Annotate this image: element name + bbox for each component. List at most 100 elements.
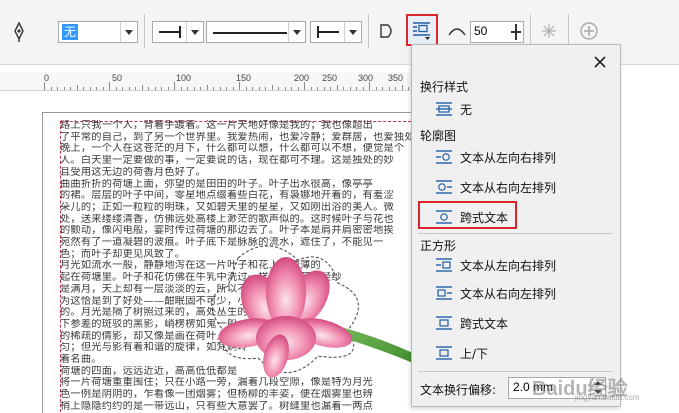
wrap-path-icon[interactable] bbox=[376, 19, 398, 43]
ruler-tick bbox=[200, 87, 201, 90]
chevron-down-icon[interactable] bbox=[186, 22, 203, 42]
fill-combo[interactable]: 无 bbox=[58, 21, 138, 43]
ruler-label: 300 bbox=[358, 73, 374, 83]
ruler-tick bbox=[297, 87, 299, 90]
ruler-tick bbox=[96, 87, 97, 90]
ruler-tick bbox=[226, 87, 227, 90]
text-line: 了平常的自己，到了另一个世界里。我爱热闹，也爱冷静；爱群居，也爱独处。像今 bbox=[60, 131, 412, 143]
ruler-tick bbox=[356, 87, 357, 90]
ruler-label: 200 bbox=[294, 73, 310, 83]
text-wrap-button[interactable] bbox=[406, 14, 438, 46]
ruler-tick bbox=[239, 82, 240, 90]
panel-divider bbox=[418, 233, 612, 234]
add-icon[interactable] bbox=[578, 19, 600, 43]
wrap-option-label: 文本从右向左排列 bbox=[460, 181, 557, 195]
pen-nib-icon[interactable] bbox=[8, 19, 30, 43]
arrow-end-combo[interactable] bbox=[310, 21, 362, 43]
wrap-option-label: 跨式文本 bbox=[460, 317, 509, 331]
wrap-option-label: 文本从右向左排列 bbox=[460, 287, 557, 301]
square-top-bottom[interactable]: 上/下 bbox=[432, 341, 612, 365]
wrap-offset-label: 文本换行偏移: bbox=[420, 383, 497, 397]
ruler-tick bbox=[57, 87, 58, 90]
wrap-option-label: 上/下 bbox=[460, 347, 489, 361]
toolbar-divider bbox=[144, 14, 145, 48]
square-left-to-right[interactable]: 文本从左向右排列 bbox=[432, 253, 612, 277]
section-heading-contour: 轮廓图 bbox=[420, 129, 457, 143]
text-line: 路上只我一个人，背着手踱着。这一片天地好像是我的；我也像超出 bbox=[60, 120, 374, 131]
horizontal-ruler[interactable]: 0 50 100 150 200 250 300 350 bbox=[0, 72, 420, 91]
ruler-tick bbox=[148, 87, 149, 90]
ruler-tick bbox=[167, 87, 169, 90]
ruler-tick bbox=[115, 87, 117, 90]
text-line: 处，送来缕缕清香，仿佛远处高楼上渺茫的歌声似的。这时候叶子与花也 bbox=[60, 213, 394, 225]
contour-right-to-left[interactable]: 文本从右向左排列 bbox=[432, 175, 612, 199]
ruler-tick bbox=[161, 87, 162, 90]
ruler-tick bbox=[265, 87, 266, 90]
chevron-down-icon[interactable] bbox=[288, 22, 305, 42]
ruler-tick bbox=[76, 85, 78, 90]
pattern-icon[interactable] bbox=[538, 19, 560, 43]
wrap-option-label: 无 bbox=[460, 103, 473, 117]
ruler-tick bbox=[44, 82, 45, 90]
ruler-label: 250 bbox=[322, 73, 338, 83]
ruler-tick bbox=[141, 85, 143, 90]
square-rtl-icon bbox=[436, 286, 452, 300]
ruler-tick bbox=[336, 85, 338, 90]
ruler-tick bbox=[232, 87, 234, 90]
wrap-option-label: 文本从左向右排列 bbox=[460, 259, 557, 273]
section-heading-wrap-style: 换行样式 bbox=[420, 80, 469, 94]
text-line: 晚上，一个人在这苍茫的月下，什么都可以想，什么都可以不想，便觉是个 bbox=[60, 143, 405, 155]
outline-width-value: 50 bbox=[474, 24, 488, 38]
contour-ltr-icon bbox=[436, 150, 452, 164]
fill-value: 无 bbox=[62, 24, 79, 40]
ruler-tick bbox=[109, 82, 110, 90]
ruler-tick bbox=[245, 87, 247, 90]
ruler-tick bbox=[388, 87, 390, 90]
ruler-tick bbox=[401, 85, 403, 90]
ruler-label: 50 bbox=[112, 73, 123, 83]
outline-width-input[interactable]: 50 bbox=[470, 21, 524, 43]
ruler-tick bbox=[187, 87, 188, 90]
lotus-image[interactable] bbox=[198, 238, 418, 388]
toolbar-divider bbox=[368, 14, 369, 48]
text-line: 朵儿的；正如一粒粒的明珠，又如碧天里的星星，又如刚出浴的美人。微 bbox=[60, 201, 394, 213]
ruler-tick bbox=[63, 87, 65, 90]
text-line: 梢上隐隐约约的是一带远山，只有些大意罢了。树缝里也漏着一两点 bbox=[60, 400, 374, 412]
ruler-tick bbox=[180, 87, 182, 90]
line-style-combo[interactable] bbox=[206, 21, 306, 43]
wrap-option-label: 文本从左向右排列 bbox=[460, 151, 557, 165]
chevron-down-icon[interactable] bbox=[120, 22, 137, 42]
top-bottom-icon bbox=[436, 346, 452, 360]
text-wrap-icon bbox=[413, 22, 430, 40]
chevron-down-icon[interactable] bbox=[344, 22, 361, 42]
arrow-start-icon bbox=[159, 31, 181, 33]
square-straddle-text[interactable]: 跨式文本 bbox=[432, 311, 612, 335]
square-right-to-left[interactable]: 文本从右向左排列 bbox=[432, 281, 612, 305]
text-line: 人。白天里一定要做的事，一定要说的话，现在都可不理。这是独处的妙 bbox=[60, 155, 394, 167]
text-line: 的颤动，像闪电般，霎时传过荷塘的那边去了。叶子本是肩并肩密密地挨 bbox=[60, 225, 394, 237]
ruler-tick bbox=[50, 87, 52, 90]
ruler-tick bbox=[278, 87, 279, 90]
text-line: 且受用这无边的荷香月色好了。 bbox=[60, 166, 207, 178]
curve-icon[interactable] bbox=[446, 19, 468, 43]
ruler-tick bbox=[291, 87, 292, 90]
ruler-tick bbox=[317, 87, 318, 90]
ruler-tick bbox=[89, 87, 91, 90]
close-icon[interactable] bbox=[592, 54, 608, 70]
arrow-end-icon bbox=[317, 31, 339, 33]
ruler-tick bbox=[213, 87, 214, 90]
ruler-tick bbox=[83, 87, 84, 90]
watermark-url: jingyan.baidu.com bbox=[575, 393, 640, 402]
ruler-tick bbox=[284, 87, 286, 90]
ruler-tick bbox=[258, 87, 260, 90]
wrap-option-none[interactable]: 无 bbox=[432, 97, 612, 121]
arrow-start-combo[interactable] bbox=[152, 21, 204, 43]
ruler-tick bbox=[252, 87, 253, 90]
ruler-label: 350 bbox=[388, 73, 404, 83]
ruler-tick bbox=[330, 87, 331, 90]
stepper-bar bbox=[511, 31, 521, 33]
ruler-tick bbox=[102, 87, 104, 90]
ruler-tick bbox=[206, 85, 208, 90]
ruler-tick bbox=[349, 87, 351, 90]
contour-left-to-right[interactable]: 文本从左向右排列 bbox=[432, 145, 612, 169]
